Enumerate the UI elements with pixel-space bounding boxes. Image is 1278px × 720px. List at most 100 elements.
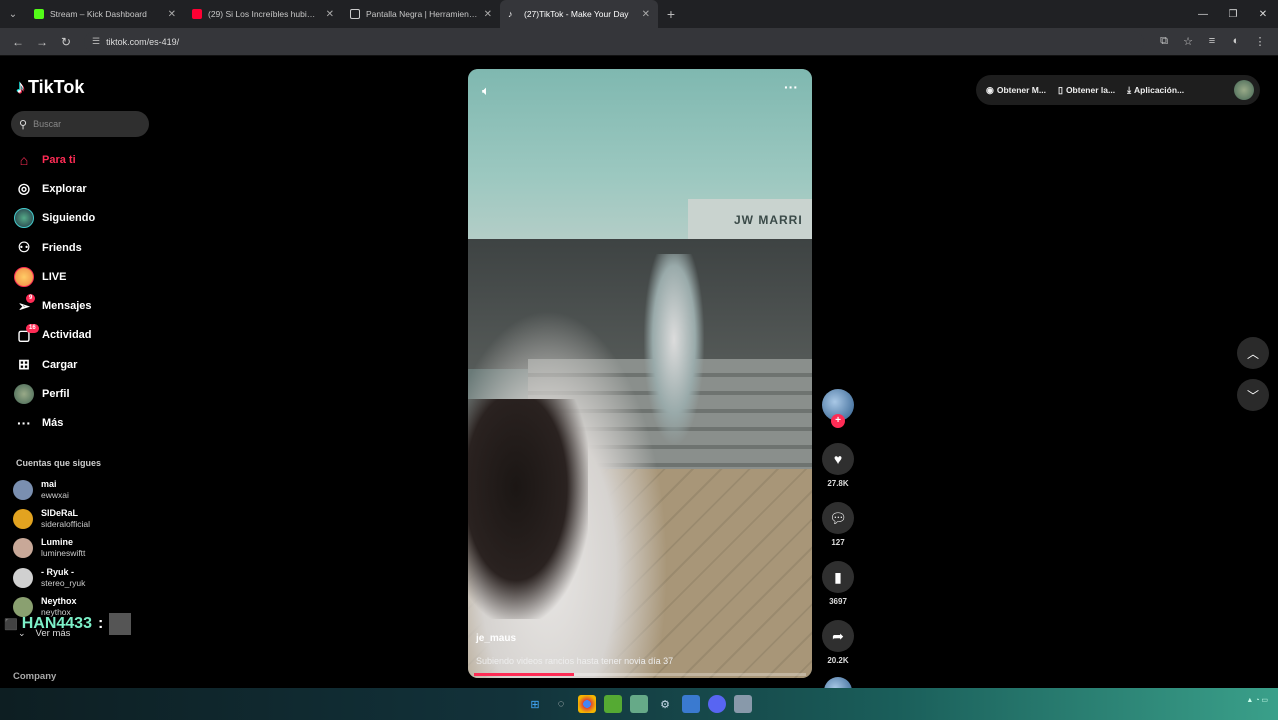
list-item[interactable]: SIDeRaL sideralofficial <box>13 504 163 533</box>
minimize-icon[interactable]: — <box>1188 9 1218 20</box>
avatar[interactable] <box>1234 80 1254 100</box>
tab-pantalla-negra[interactable]: Pantalla Negra | Herramienta e ✕ <box>342 0 500 28</box>
hotel-sign: JW MARRI <box>688 199 812 239</box>
comment-action: 💬︎ 127 <box>820 502 856 547</box>
comment-icon[interactable]: 💬︎ <box>822 502 854 534</box>
app-icon[interactable] <box>630 695 648 713</box>
forward-arrow-icon[interactable]: → <box>30 35 54 49</box>
volume-icon[interactable]: 🔈︎ <box>482 83 490 99</box>
video-progress-fill <box>474 673 574 676</box>
toolbar-actions: ⧉ ☆ ≡ ◐ ⋮ <box>1152 35 1272 48</box>
follow-plus-icon[interactable]: + <box>831 414 845 428</box>
install-app-icon[interactable]: ⧉ <box>1152 35 1176 48</box>
avatar <box>13 567 33 588</box>
get-app-button[interactable]: ▯ Obtener la... <box>1058 85 1115 96</box>
discord-icon[interactable] <box>708 695 726 713</box>
list-item[interactable]: - Ryuk - stereo_ryuk <box>13 563 163 592</box>
more-dots-icon: ··· <box>17 415 31 432</box>
media-controls-icon[interactable]: ≡ <box>1200 35 1224 48</box>
activity-badge: 16 <box>26 323 39 333</box>
app-icon[interactable]: ◌ <box>552 695 570 713</box>
tab-youtube[interactable]: (29) Si Los Increíbles hubieran t ✕ <box>184 0 342 28</box>
tab-kick[interactable]: Stream – Kick Dashboard ✕ <box>26 0 184 28</box>
new-tab-plus-icon[interactable]: + <box>658 6 684 22</box>
next-video-chevron-down-icon[interactable]: ﹀ <box>1237 379 1269 411</box>
video-player[interactable]: JW MARRI 🔈︎ ··· je_maus Subiendo videos … <box>468 69 812 678</box>
tiktok-page: ♪ TikTok ⚲ ⌂ Para ti ◎ Explorar Siguiend… <box>0 57 1278 705</box>
sidebar-item-label: Perfil <box>42 388 70 401</box>
tab-title: Stream – Kick Dashboard <box>50 9 147 19</box>
site-info-icon[interactable]: ☰ <box>92 36 100 47</box>
bookmark-icon[interactable]: ▮ <box>822 561 854 593</box>
youtube-favicon-icon <box>192 9 202 19</box>
tab-search-icon[interactable]: ⌄ <box>0 0 26 28</box>
sidebar-item-label: Explorar <box>42 182 87 195</box>
browser-tab-bar: ⌄ Stream – Kick Dashboard ✕ (29) Si Los … <box>0 0 1278 28</box>
share-icon[interactable]: ➦ <box>822 620 854 652</box>
tab-title: (27)TikTok - Make Your Day <box>524 9 629 19</box>
search-input[interactable] <box>33 119 134 129</box>
comment-count: 127 <box>831 538 845 547</box>
menu-kebab-icon[interactable]: ⋮ <box>1248 35 1272 48</box>
sidebar-item-perfil[interactable]: Perfil <box>14 379 164 408</box>
photos-icon[interactable] <box>682 695 700 713</box>
tiktok-logo[interactable]: ♪ TikTok <box>16 77 84 98</box>
close-icon[interactable]: ✕ <box>168 9 176 20</box>
account-handle: stereo_ryuk <box>41 577 86 588</box>
list-item[interactable]: Lumine lumineswiftt <box>13 534 163 563</box>
windows-taskbar: ⊞ ◌ ⚙ ▲ ◔ ▭ <box>0 688 1278 720</box>
back-arrow-icon[interactable]: ← <box>6 35 30 49</box>
app-icon[interactable] <box>734 695 752 713</box>
search-box[interactable]: ⚲ <box>11 111 149 137</box>
video-progress-bar[interactable] <box>474 673 806 676</box>
chrome-icon[interactable] <box>578 695 596 713</box>
profile-icon[interactable]: ◐ <box>1224 35 1248 48</box>
tab-tiktok[interactable]: ♪ (27)TikTok - Make Your Day ✕ <box>500 0 658 28</box>
sidebar-item-para-ti[interactable]: ⌂ Para ti <box>14 145 164 174</box>
sidebar-item-label: Cargar <box>42 358 78 371</box>
following-title: Cuentas que sigues <box>16 458 102 468</box>
company-link[interactable]: Company <box>13 671 56 682</box>
sidebar-item-siguiendo[interactable]: Siguiendo <box>14 204 164 233</box>
heart-icon[interactable]: ♥ <box>822 443 854 475</box>
sidebar-item-cargar[interactable]: ⊞ Cargar <box>14 350 164 379</box>
omnibox[interactable]: ☰ tiktok.com/es-419/ <box>84 30 1144 53</box>
minecraft-icon[interactable] <box>604 695 622 713</box>
restore-icon[interactable]: ❐ <box>1218 9 1248 20</box>
address-bar-row: ← → ↻ ☰ tiktok.com/es-419/ ⧉ ☆ ≡ ◐ ⋮ <box>0 28 1278 56</box>
previous-video-chevron-up-icon[interactable]: ︿ <box>1237 337 1269 369</box>
desktop-app-button[interactable]: ⤓ Aplicación... <box>1127 85 1184 96</box>
get-coins-button[interactable]: ◉ Obtener M... <box>986 85 1046 96</box>
close-icon[interactable]: ✕ <box>326 9 334 20</box>
close-icon[interactable]: ✕ <box>642 9 650 20</box>
sidebar-item-friends[interactable]: ⚇ Friends <box>14 233 164 262</box>
settings-gear-icon[interactable]: ⚙ <box>656 695 674 713</box>
close-window-icon[interactable]: ✕ <box>1248 9 1278 20</box>
video-author[interactable]: je_maus <box>476 633 516 644</box>
system-tray[interactable]: ▲ ◔ ▭ <box>1246 696 1268 704</box>
sidebar-item-label: Actividad <box>42 329 92 342</box>
following-avatar <box>14 208 34 229</box>
avatar <box>13 538 33 559</box>
download-icon: ⤓ <box>1127 84 1132 95</box>
kick-favicon-icon <box>34 9 44 19</box>
more-options-icon[interactable]: ··· <box>784 79 798 95</box>
sidebar-item-live[interactable]: LIVE <box>14 262 164 291</box>
compass-icon: ◎ <box>17 180 31 197</box>
chat-badge-icon: ⬛ <box>4 618 18 631</box>
account-name: Neythox <box>41 595 77 606</box>
reload-icon[interactable]: ↻ <box>54 35 78 49</box>
creator-avatar[interactable]: + <box>822 389 854 428</box>
sidebar-item-mensajes[interactable]: ➢ 9 Mensajes <box>14 291 164 320</box>
sidebar-item-mas[interactable]: ··· Más <box>14 409 164 438</box>
share-count: 20.2K <box>827 656 849 665</box>
sidebar-item-actividad[interactable]: ▢ 16 Actividad <box>14 321 164 350</box>
get-app-label: Obtener la... <box>1065 85 1116 95</box>
sidebar-item-label: Mensajes <box>42 300 92 313</box>
close-icon[interactable]: ✕ <box>484 9 492 20</box>
sidebar-item-explorar[interactable]: ◎ Explorar <box>14 174 164 203</box>
windows-start-icon[interactable]: ⊞ <box>526 695 544 713</box>
list-item[interactable]: mai ewwxai <box>13 475 163 504</box>
bookmark-star-icon[interactable]: ☆ <box>1176 35 1200 48</box>
like-action: ♥ 27.8K <box>820 443 856 488</box>
